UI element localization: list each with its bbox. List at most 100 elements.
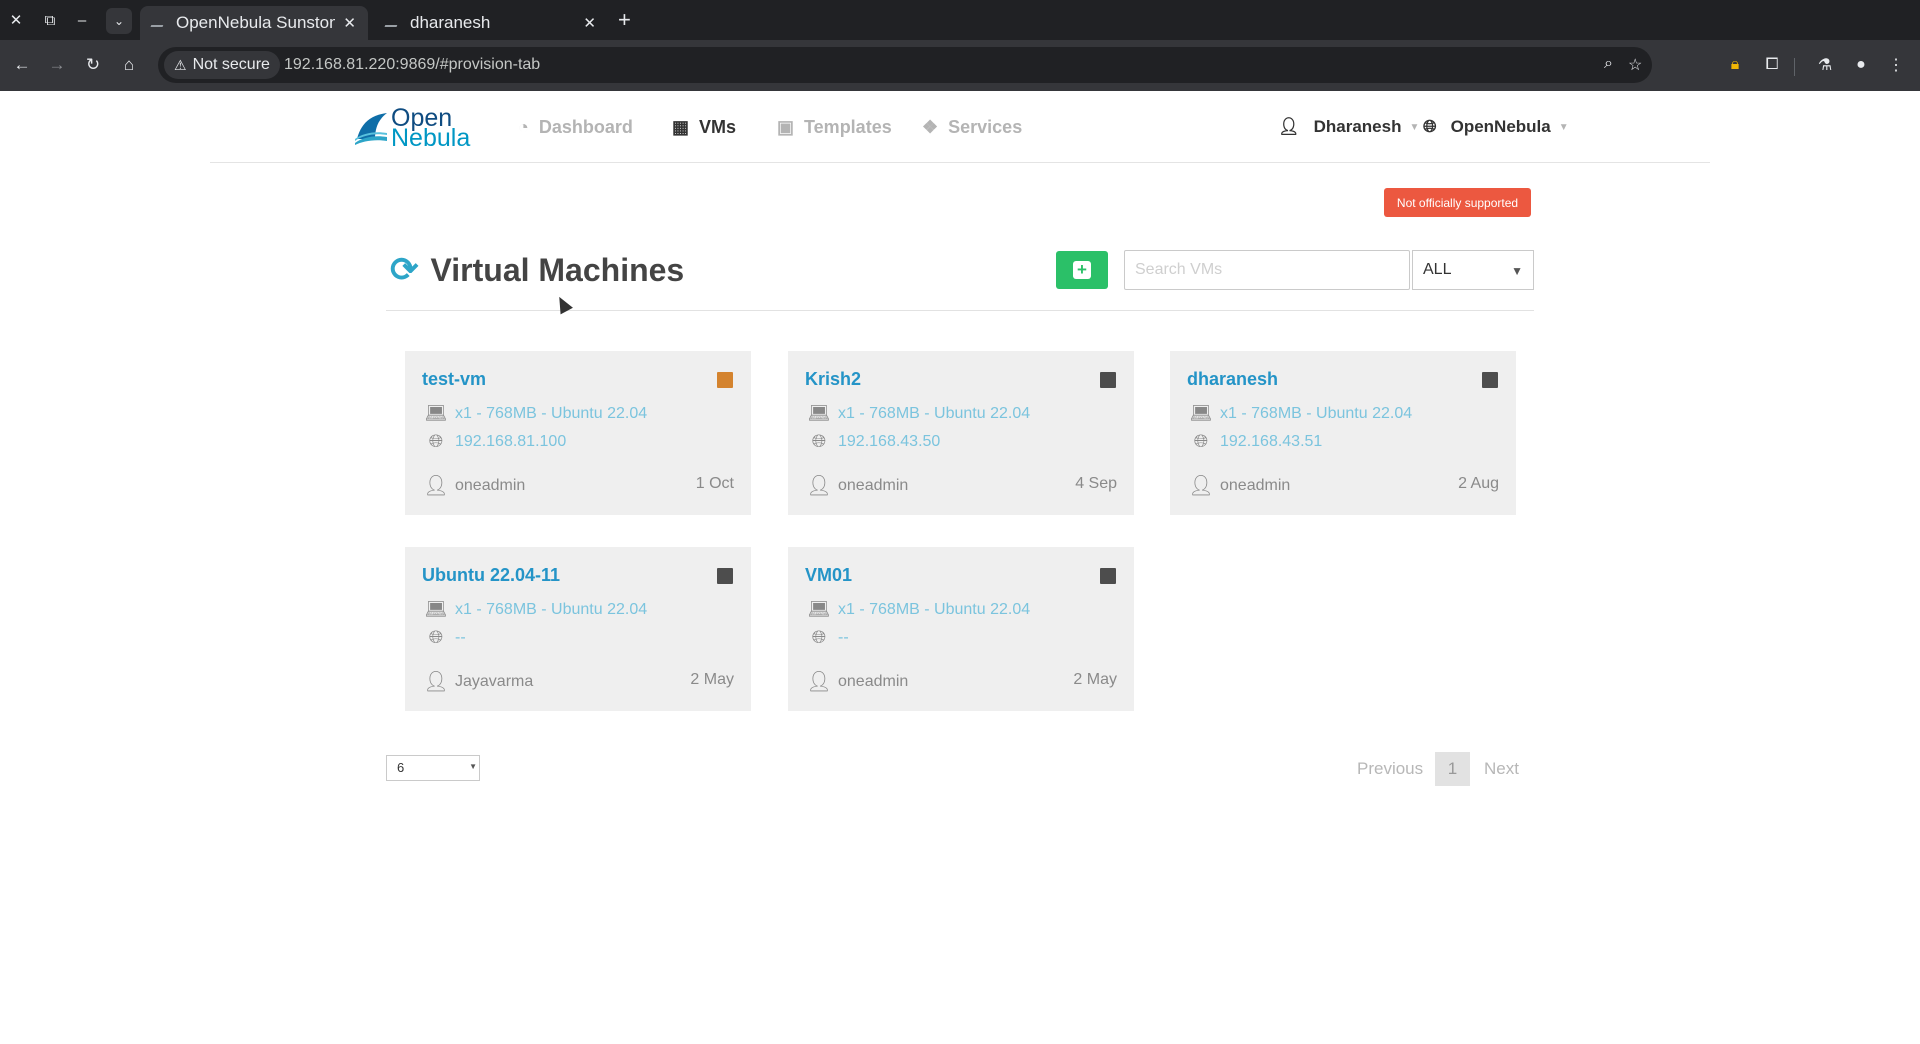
pagination-next[interactable]: Next <box>1484 752 1519 786</box>
nav-vms[interactable]: ▦ VMs <box>672 115 736 139</box>
laptop-icon: 💻︎ <box>807 403 831 423</box>
globe-icon: 🌐︎ <box>1423 117 1437 136</box>
laptop-icon: 💻︎ <box>1189 403 1213 423</box>
vm-date: 2 May <box>690 671 734 688</box>
zone-name: OpenNebula <box>1450 117 1551 136</box>
nav-services-label: Services <box>948 116 1023 137</box>
vm-owner-text: oneadmin <box>838 672 909 690</box>
address-bar[interactable]: ⚠ Not secure 192.168.81.220:9869/#provis… <box>158 47 1652 83</box>
browser-tab-active[interactable]: OpenNebula Sunstone ✕ <box>140 6 368 40</box>
refresh-icon[interactable]: ⟳ <box>390 250 419 290</box>
dropdown-arrow-icon: ▼ <box>1511 264 1523 278</box>
page-title: ⟳ Virtual Machines <box>390 250 684 290</box>
laptop-icon: 💻︎ <box>807 599 831 619</box>
state-filter-select[interactable]: ALL ▼ <box>1412 250 1534 290</box>
extensions-icon[interactable]: ⧠ <box>1760 53 1784 77</box>
user-menu[interactable]: 👤︎ Dharanesh ▼ <box>1278 115 1419 139</box>
vm-ip: 🌐︎ -- <box>806 627 849 648</box>
back-icon[interactable]: ← <box>10 53 34 77</box>
vm-owner: 👤︎ oneadmin <box>806 669 908 694</box>
page-size-select[interactable]: 6 ▼ <box>386 755 480 781</box>
vm-card[interactable]: dharanesh 💻︎ x1 - 768MB - Ubuntu 22.04 🌐… <box>1170 351 1516 515</box>
restore-window-icon[interactable]: ⧉ <box>38 8 62 32</box>
create-vm-button[interactable]: + <box>1056 251 1108 289</box>
vm-spec: 💻︎ x1 - 768MB - Ubuntu 22.04 <box>423 403 648 424</box>
user-icon: 👤︎ <box>423 475 449 497</box>
vm-card[interactable]: test-vm 💻︎ x1 - 768MB - Ubuntu 22.04 🌐︎ … <box>405 351 751 515</box>
unsupported-badge[interactable]: Not officially supported <box>1384 188 1531 217</box>
vm-ip-text: 192.168.43.50 <box>838 432 941 450</box>
tab-close-icon[interactable]: ✕ <box>583 14 596 32</box>
pagination-previous[interactable]: Previous <box>1357 752 1423 786</box>
vm-ip-text: 192.168.43.51 <box>1220 432 1323 450</box>
toolbar-divider <box>1794 58 1795 76</box>
nav-templates[interactable]: ▣ Templates <box>777 115 892 139</box>
user-icon: 👤︎ <box>806 475 832 497</box>
vm-card[interactable]: VM01 💻︎ x1 - 768MB - Ubuntu 22.04 🌐︎ -- … <box>788 547 1134 711</box>
reload-icon[interactable]: ↻ <box>81 53 105 77</box>
user-name: Dharanesh <box>1313 117 1402 136</box>
vm-name[interactable]: Ubuntu 22.04-11 <box>422 565 560 586</box>
password-lock-icon[interactable]: 🔒︎ <box>1723 53 1747 77</box>
tab-title: OpenNebula Sunstone <box>176 13 336 32</box>
search-input[interactable] <box>1124 250 1410 290</box>
tab-title: dharanesh <box>410 13 491 32</box>
vm-state-indicator <box>717 372 733 388</box>
laptop-icon: 💻︎ <box>424 599 448 619</box>
vm-date: 4 Sep <box>1075 475 1117 492</box>
opennebula-logo[interactable]: Open Nebula <box>353 106 475 152</box>
bookmark-star-icon[interactable]: ☆ <box>1628 55 1642 75</box>
vm-ip: 🌐︎ 192.168.43.51 <box>1188 431 1323 452</box>
mouse-cursor <box>553 293 573 315</box>
page-title-text: Virtual Machines <box>430 251 685 288</box>
tab-favicon-icon <box>150 19 166 27</box>
vm-owner: 👤︎ oneadmin <box>423 473 525 498</box>
zone-menu[interactable]: 🌐︎ OpenNebula ▼ <box>1423 115 1569 139</box>
pagination-current-page[interactable]: 1 <box>1435 752 1470 786</box>
vm-card[interactable]: Ubuntu 22.04-11 💻︎ x1 - 768MB - Ubuntu 2… <box>405 547 751 711</box>
laptop-icon: 💻︎ <box>424 403 448 423</box>
tab-close-icon[interactable]: ✕ <box>343 14 356 32</box>
security-label: Not secure <box>192 56 270 73</box>
vm-spec-text: x1 - 768MB - Ubuntu 22.04 <box>838 404 1031 422</box>
logo-text-nebula: Nebula <box>391 124 471 152</box>
vm-card[interactable]: Krish2 💻︎ x1 - 768MB - Ubuntu 22.04 🌐︎ 1… <box>788 351 1134 515</box>
dashboard-icon: ◔ <box>518 116 529 137</box>
user-icon: 👤︎ <box>1278 117 1300 136</box>
vm-name[interactable]: dharanesh <box>1187 369 1278 390</box>
nav-services[interactable]: ❖ Services <box>922 115 1022 139</box>
profile-icon[interactable]: ● <box>1849 53 1873 77</box>
forward-icon[interactable]: → <box>45 53 69 77</box>
zoom-icon[interactable]: ⌕ <box>1604 55 1613 73</box>
vm-spec: 💻︎ x1 - 768MB - Ubuntu 22.04 <box>806 403 1031 424</box>
nav-templates-label: Templates <box>804 116 892 137</box>
vm-name[interactable]: Krish2 <box>805 369 861 390</box>
minimize-window-icon[interactable]: – <box>70 8 94 32</box>
vm-ip: 🌐︎ -- <box>423 627 466 648</box>
close-window-icon[interactable]: ✕ <box>4 8 28 32</box>
globe-icon: 🌐︎ <box>811 431 827 451</box>
vm-name[interactable]: VM01 <box>805 565 852 586</box>
vm-owner: 👤︎ oneadmin <box>806 473 908 498</box>
url-text[interactable]: 192.168.81.220:9869/#provision-tab <box>284 56 540 74</box>
app-header: Open Nebula ◔ Dashboard ▦ VMs ▣ Template… <box>210 91 1710 163</box>
vm-ip-text: -- <box>838 628 849 646</box>
nav-vms-label: VMs <box>699 116 737 137</box>
vm-ip: 🌐︎ 192.168.43.50 <box>806 431 941 452</box>
vm-name[interactable]: test-vm <box>422 369 486 390</box>
state-filter-value: ALL <box>1423 261 1452 278</box>
user-icon: 👤︎ <box>423 671 449 693</box>
nav-dashboard[interactable]: ◔ Dashboard <box>518 115 633 139</box>
user-icon: 👤︎ <box>1188 475 1214 497</box>
home-icon[interactable]: ⌂ <box>117 53 141 77</box>
tab-search-dropdown[interactable]: ⌄ <box>106 8 132 34</box>
globe-icon: 🌐︎ <box>428 627 444 647</box>
browser-tab[interactable]: dharanesh ✕ <box>374 6 608 40</box>
tab-favicon-icon <box>384 19 400 27</box>
labs-flask-icon[interactable]: ⚗ <box>1813 53 1837 77</box>
new-tab-icon[interactable]: + <box>618 7 631 33</box>
save-icon: ▣ <box>777 116 795 137</box>
security-chip[interactable]: ⚠ Not secure <box>164 51 280 79</box>
browser-menu-icon[interactable]: ⋮ <box>1884 53 1908 77</box>
globe-icon: 🌐︎ <box>428 431 444 451</box>
